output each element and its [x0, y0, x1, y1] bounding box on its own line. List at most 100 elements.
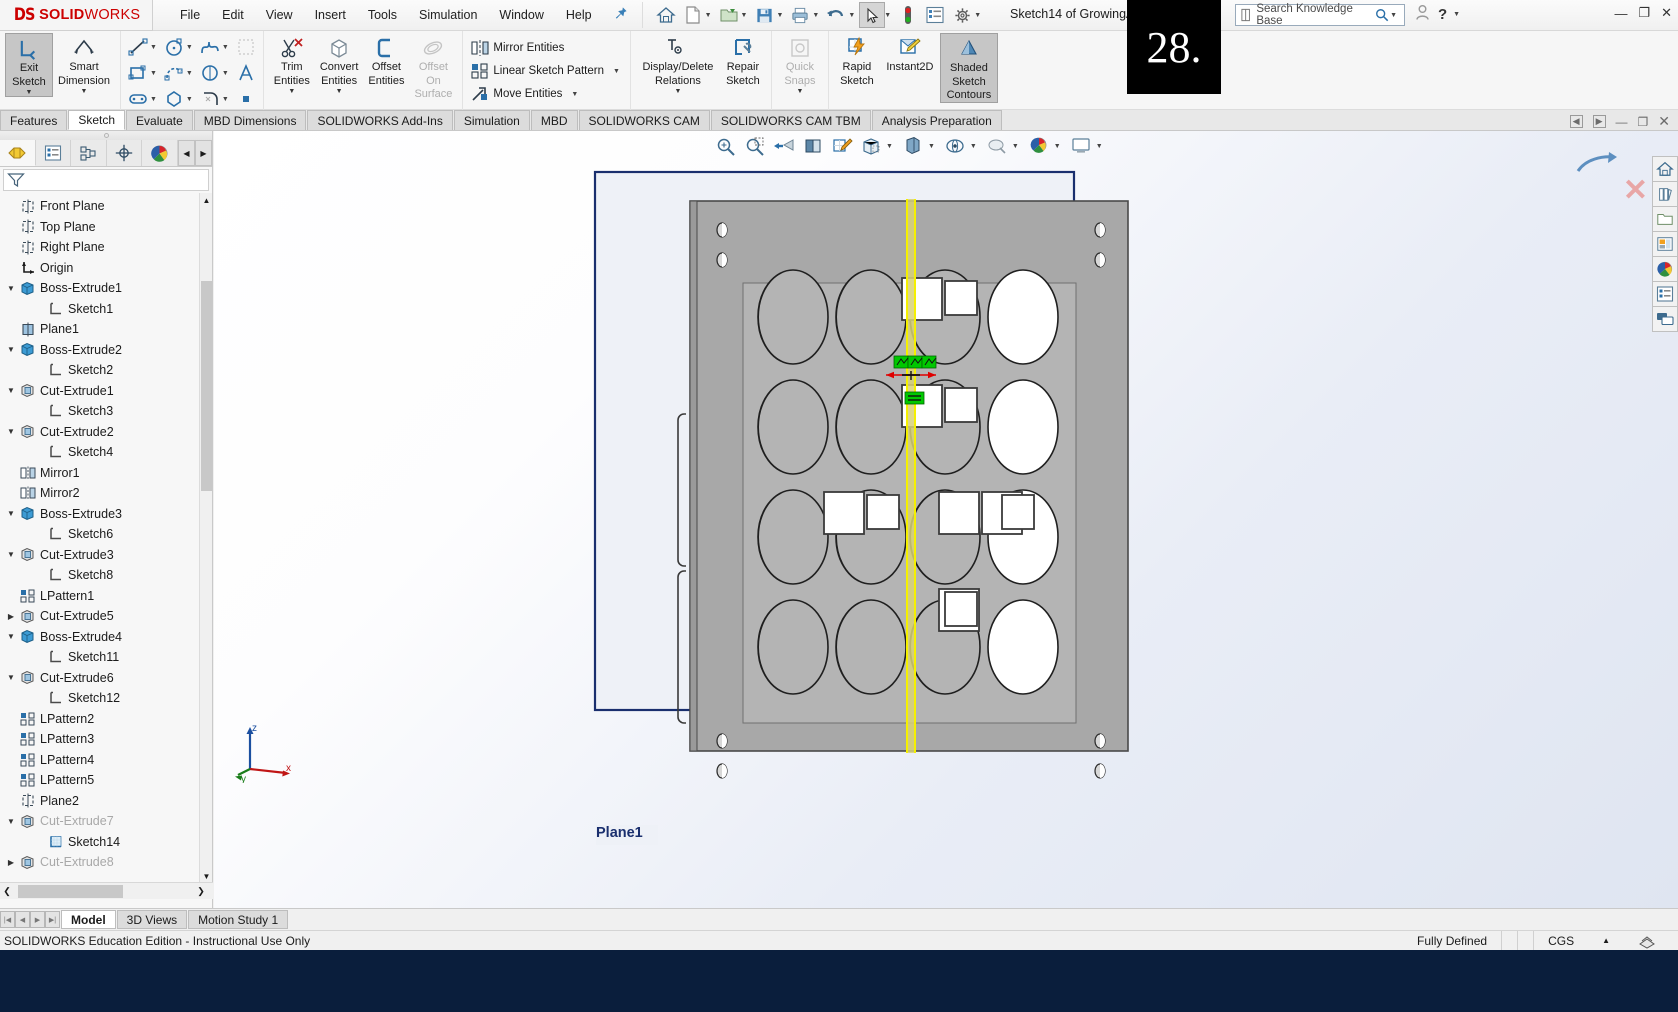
- tab-configuration-manager[interactable]: [71, 140, 107, 166]
- home-icon[interactable]: [653, 2, 679, 28]
- quick-snaps-button[interactable]: Quick Snaps ▼: [777, 33, 823, 95]
- collapse-arrow-icon[interactable]: ▼: [4, 817, 18, 826]
- tab-analysis-preparation[interactable]: Analysis Preparation: [871, 110, 1002, 130]
- trim-dropdown-icon[interactable]: ▼: [288, 88, 295, 95]
- tree-scroll-thumb[interactable]: [201, 281, 212, 491]
- tree-item-sketch2[interactable]: Sketch2: [0, 360, 212, 381]
- tree-item-top plane[interactable]: Top Plane: [0, 217, 212, 238]
- menu-window[interactable]: Window: [488, 5, 554, 25]
- close-button[interactable]: ✕: [1661, 5, 1672, 21]
- text-icon[interactable]: [234, 61, 258, 85]
- chevron-down-icon[interactable]: ▼: [705, 12, 712, 19]
- collapse-arrow-icon[interactable]: ▼: [4, 509, 18, 518]
- tab-scroll-left-icon[interactable]: ◀: [178, 140, 195, 166]
- fillet-dropdown-icon[interactable]: ▼: [222, 96, 229, 103]
- menu-simulation[interactable]: Simulation: [408, 5, 488, 25]
- options-list-icon[interactable]: [922, 2, 948, 28]
- expand-arrow-icon[interactable]: ▶: [4, 858, 18, 867]
- offset-on-surface-button[interactable]: Offset On Surface: [409, 33, 457, 101]
- tree-item-cut-extrude3[interactable]: ▼ Cut-Extrude3: [0, 545, 212, 566]
- collapse-arrow-icon[interactable]: ▼: [4, 673, 18, 682]
- tab-solidworks-cam-tbm[interactable]: SOLIDWORKS CAM TBM: [710, 110, 871, 130]
- tree-item-boss-extrude1[interactable]: ▼ Boss-Extrude1: [0, 278, 212, 299]
- relations-dropdown-icon[interactable]: ▼: [674, 88, 681, 95]
- ellipse-icon[interactable]: [198, 61, 222, 85]
- user-account-icon[interactable]: [1415, 4, 1430, 24]
- next-tab-icon[interactable]: ▶: [30, 911, 45, 928]
- tree-item-lpattern2[interactable]: LPattern2: [0, 709, 212, 730]
- menu-insert[interactable]: Insert: [304, 5, 357, 25]
- smart-dimension-dropdown-icon[interactable]: ▼: [81, 88, 88, 95]
- help-dropdown-icon[interactable]: ▼: [1453, 11, 1460, 18]
- collapse-arrow-icon[interactable]: ▼: [4, 632, 18, 641]
- tree-item-sketch3[interactable]: Sketch3: [0, 401, 212, 422]
- collapse-arrow-icon[interactable]: ▼: [4, 427, 18, 436]
- tree-item-plane1[interactable]: Plane1: [0, 319, 212, 340]
- tree-item-cut-extrude6[interactable]: ▼ Cut-Extrude6: [0, 668, 212, 689]
- tree-item-sketch8[interactable]: Sketch8: [0, 565, 212, 586]
- doc-tab-3d-views[interactable]: 3D Views: [116, 910, 188, 929]
- arc-dropdown-icon[interactable]: ▼: [186, 70, 193, 77]
- chevron-down-icon-7[interactable]: ▼: [974, 12, 981, 19]
- menu-tools[interactable]: Tools: [357, 5, 408, 25]
- tree-item-cut-extrude1[interactable]: ▼ Cut-Extrude1: [0, 381, 212, 402]
- tree-hscroll-right-icon[interactable]: ❯: [189, 886, 213, 897]
- feature-tree-filter[interactable]: [3, 169, 209, 191]
- chevron-down-icon-2[interactable]: ▼: [741, 12, 748, 19]
- display-delete-relations-button[interactable]: Display/Delete Relations ▼: [636, 33, 720, 95]
- tree-item-origin[interactable]: Origin: [0, 258, 212, 279]
- menu-file[interactable]: File: [169, 5, 211, 25]
- restore-button[interactable]: ❐: [1638, 5, 1650, 21]
- doc-tab-motion-study[interactable]: Motion Study 1: [188, 910, 289, 929]
- tree-item-boss-extrude4[interactable]: ▼ Boss-Extrude4: [0, 627, 212, 648]
- minimize-button[interactable]: —: [1614, 6, 1627, 21]
- tree-item-plane2[interactable]: Plane2: [0, 791, 212, 812]
- doc-minimize-button[interactable]: —: [1616, 115, 1628, 129]
- circle-icon[interactable]: [162, 35, 186, 59]
- point-icon[interactable]: [234, 87, 258, 111]
- instant2d-button[interactable]: Instant2D: [880, 33, 940, 74]
- last-tab-icon[interactable]: ▶|: [45, 911, 60, 928]
- spline-dropdown-icon[interactable]: ▼: [222, 44, 229, 51]
- tree-item-cut-extrude8[interactable]: ▶ Cut-Extrude8: [0, 852, 212, 873]
- smart-dimension-button[interactable]: Smart Dimension ▼: [53, 33, 115, 95]
- tree-item-mirror2[interactable]: Mirror2: [0, 483, 212, 504]
- linear-pattern-dropdown-icon[interactable]: ▼: [613, 68, 620, 75]
- doc-tab-model[interactable]: Model: [61, 910, 116, 929]
- tree-item-sketch4[interactable]: Sketch4: [0, 442, 212, 463]
- status-units-dropdown-icon[interactable]: ▲: [1588, 931, 1624, 951]
- line-dropdown-icon[interactable]: ▼: [150, 44, 157, 51]
- move-entities-dropdown-icon[interactable]: ▼: [571, 91, 578, 98]
- tree-item-boss-extrude3[interactable]: ▼ Boss-Extrude3: [0, 504, 212, 525]
- exit-sketch-button[interactable]: Exit Sketch ▼: [5, 33, 53, 97]
- fillet-icon[interactable]: [198, 87, 222, 111]
- move-entities-button[interactable]: Move Entities ▼: [468, 83, 625, 105]
- trim-entities-button[interactable]: Trim Entities ▼: [269, 33, 315, 95]
- expand-arrow-icon[interactable]: ▶: [4, 612, 18, 621]
- tab-property-manager[interactable]: [36, 140, 72, 166]
- polygon-dropdown-icon[interactable]: ▼: [186, 96, 193, 103]
- pin-icon[interactable]: [613, 6, 628, 24]
- tab-mbd-dimensions[interactable]: MBD Dimensions: [193, 110, 307, 130]
- feature-tree[interactable]: Front Plane Top Plane Right Plane Origin ▼ Bo…: [0, 193, 212, 883]
- doc-close-button[interactable]: ✕: [1658, 113, 1670, 130]
- search-knowledge-base[interactable]: Search Knowledge Base ▼: [1235, 3, 1405, 27]
- collapse-arrow-icon[interactable]: ▼: [4, 345, 18, 354]
- offset-entities-button[interactable]: Offset Entities: [363, 33, 409, 87]
- menu-edit[interactable]: Edit: [211, 5, 255, 25]
- new-document-icon[interactable]: [680, 2, 706, 28]
- collapse-arrow-icon[interactable]: ▼: [4, 386, 18, 395]
- tree-item-lpattern5[interactable]: LPattern5: [0, 770, 212, 791]
- chevron-down-icon-6[interactable]: ▼: [884, 12, 891, 19]
- tab-mbd[interactable]: MBD: [530, 110, 578, 130]
- spline-icon[interactable]: [198, 35, 222, 59]
- prev-tab-icon[interactable]: ◀: [15, 911, 30, 928]
- chevron-down-icon-5[interactable]: ▼: [848, 12, 855, 19]
- tab-simulation[interactable]: Simulation: [453, 110, 530, 130]
- exit-sketch-dropdown-icon[interactable]: ▼: [26, 89, 33, 96]
- tree-hscroll-thumb[interactable]: [18, 884, 123, 898]
- collapse-arrow-icon[interactable]: ▼: [4, 284, 18, 293]
- tree-item-lpattern3[interactable]: LPattern3: [0, 729, 212, 750]
- tab-feature-manager-tree[interactable]: [0, 140, 36, 166]
- tree-item-boss-extrude2[interactable]: ▼ Boss-Extrude2: [0, 340, 212, 361]
